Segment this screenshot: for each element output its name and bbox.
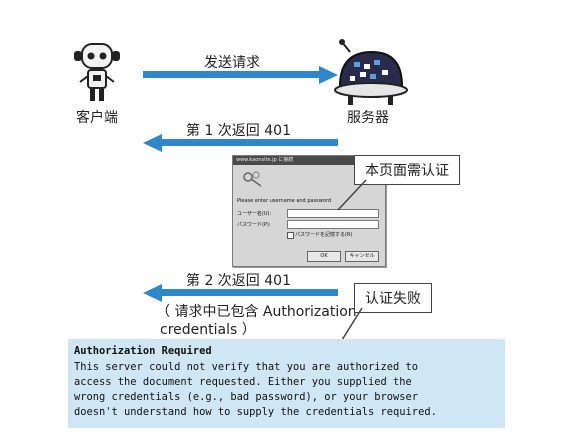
- request-arrow: [143, 66, 338, 84]
- server-robot-icon: [334, 39, 408, 105]
- user-label: ユーザー名(U):: [237, 211, 272, 217]
- ok-button[interactable]: OK: [307, 251, 341, 262]
- error-title: Authorization Required: [74, 345, 212, 357]
- keys-icon: [243, 171, 262, 187]
- password-field[interactable]: [287, 220, 379, 229]
- error-line: access the document requested. Either yo…: [74, 376, 412, 388]
- remember-checkbox[interactable]: [287, 232, 294, 239]
- password-label: パスワード(P):: [237, 222, 271, 228]
- remember-label: パスワードを記憶する(R): [295, 232, 353, 238]
- callout-fail-pointer: [341, 307, 363, 341]
- return2-note-line1: （ 请求中已包含 Authorization: [156, 304, 357, 320]
- client-label: 客户端: [76, 110, 118, 126]
- error-line: doesn't understand how to supply the cre…: [74, 406, 437, 418]
- error-line: This server could not verify that you ar…: [74, 361, 419, 373]
- client-robot-icon: [74, 43, 120, 101]
- return2-arrow: [143, 284, 338, 302]
- server-label: 服务器: [347, 110, 389, 126]
- cancel-button[interactable]: キャンセル: [345, 251, 379, 262]
- error-line: wrong credentials (e.g., bad password), …: [74, 391, 419, 403]
- return2-note-line2: credentials ）: [160, 322, 256, 338]
- dialog-prompt: Please enter username and password: [237, 198, 332, 204]
- error-message-box: Authorization Required This server could…: [68, 339, 505, 428]
- callout-auth-pointer: [337, 179, 367, 211]
- return1-arrow: [143, 134, 338, 152]
